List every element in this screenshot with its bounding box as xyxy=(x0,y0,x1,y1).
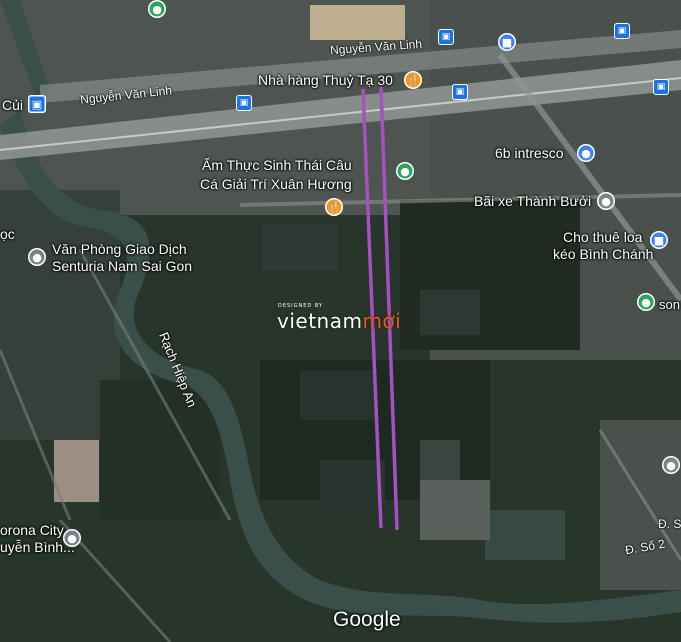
restaurant-icon[interactable]: 🍴 xyxy=(404,71,422,89)
bus-stop-icon[interactable]: ▣ xyxy=(614,23,630,39)
location-icon[interactable]: ● xyxy=(28,248,46,266)
bus-stop-icon[interactable]: ▣ xyxy=(236,95,252,111)
place-label[interactable]: Ẩm Thực Sinh Thái Câu xyxy=(202,157,352,173)
google-logo: Google xyxy=(333,608,401,631)
place-label[interactable]: Văn Phòng Giao Dịch xyxy=(52,241,187,257)
place-label[interactable]: Senturia Nam Sai Gon xyxy=(52,258,192,274)
location-icon[interactable]: ● xyxy=(63,529,81,547)
restaurant-icon[interactable]: 🍴 xyxy=(325,198,343,216)
park-icon[interactable]: ● xyxy=(396,162,414,180)
place-label: Củi xyxy=(2,97,24,113)
place-label[interactable]: Nhà hàng Thuỷ Tạ 30 xyxy=(258,72,393,88)
place-label: ọc xyxy=(0,226,15,242)
place-label[interactable]: orona City xyxy=(0,522,64,538)
store-icon[interactable]: ● xyxy=(637,293,655,311)
shopping-icon[interactable]: ■ xyxy=(498,33,516,51)
place-label[interactable]: Cá Giải Trí Xuân Hương xyxy=(200,176,352,192)
place-label[interactable]: 6b intresco xyxy=(495,145,563,161)
location-icon[interactable]: ● xyxy=(662,456,680,474)
bus-stop-icon[interactable]: ▣ xyxy=(28,95,46,113)
map-view[interactable]: Nguyễn Văn Linh Nguyễn Văn Linh Rạch Hiệ… xyxy=(0,0,681,642)
business-icon[interactable]: ● xyxy=(577,144,595,162)
place-label[interactable]: Cho thuê loa xyxy=(563,229,642,245)
bus-stop-icon[interactable]: ▣ xyxy=(452,84,468,100)
street-label: Đ. S xyxy=(658,517,681,531)
location-icon[interactable]: ● xyxy=(597,192,615,210)
place-label[interactable]: son xyxy=(659,297,680,313)
place-label[interactable]: Bãi xe Thành Bưởi xyxy=(474,193,591,209)
watermark-logo: vietnammới xyxy=(277,309,402,333)
park-icon[interactable]: ● xyxy=(148,0,166,18)
shopping-icon[interactable]: ■ xyxy=(650,231,668,249)
place-label[interactable]: kéo Bình Chánh xyxy=(553,246,653,262)
bus-stop-icon[interactable]: ▣ xyxy=(653,79,669,95)
bus-stop-icon[interactable]: ▣ xyxy=(438,29,454,45)
